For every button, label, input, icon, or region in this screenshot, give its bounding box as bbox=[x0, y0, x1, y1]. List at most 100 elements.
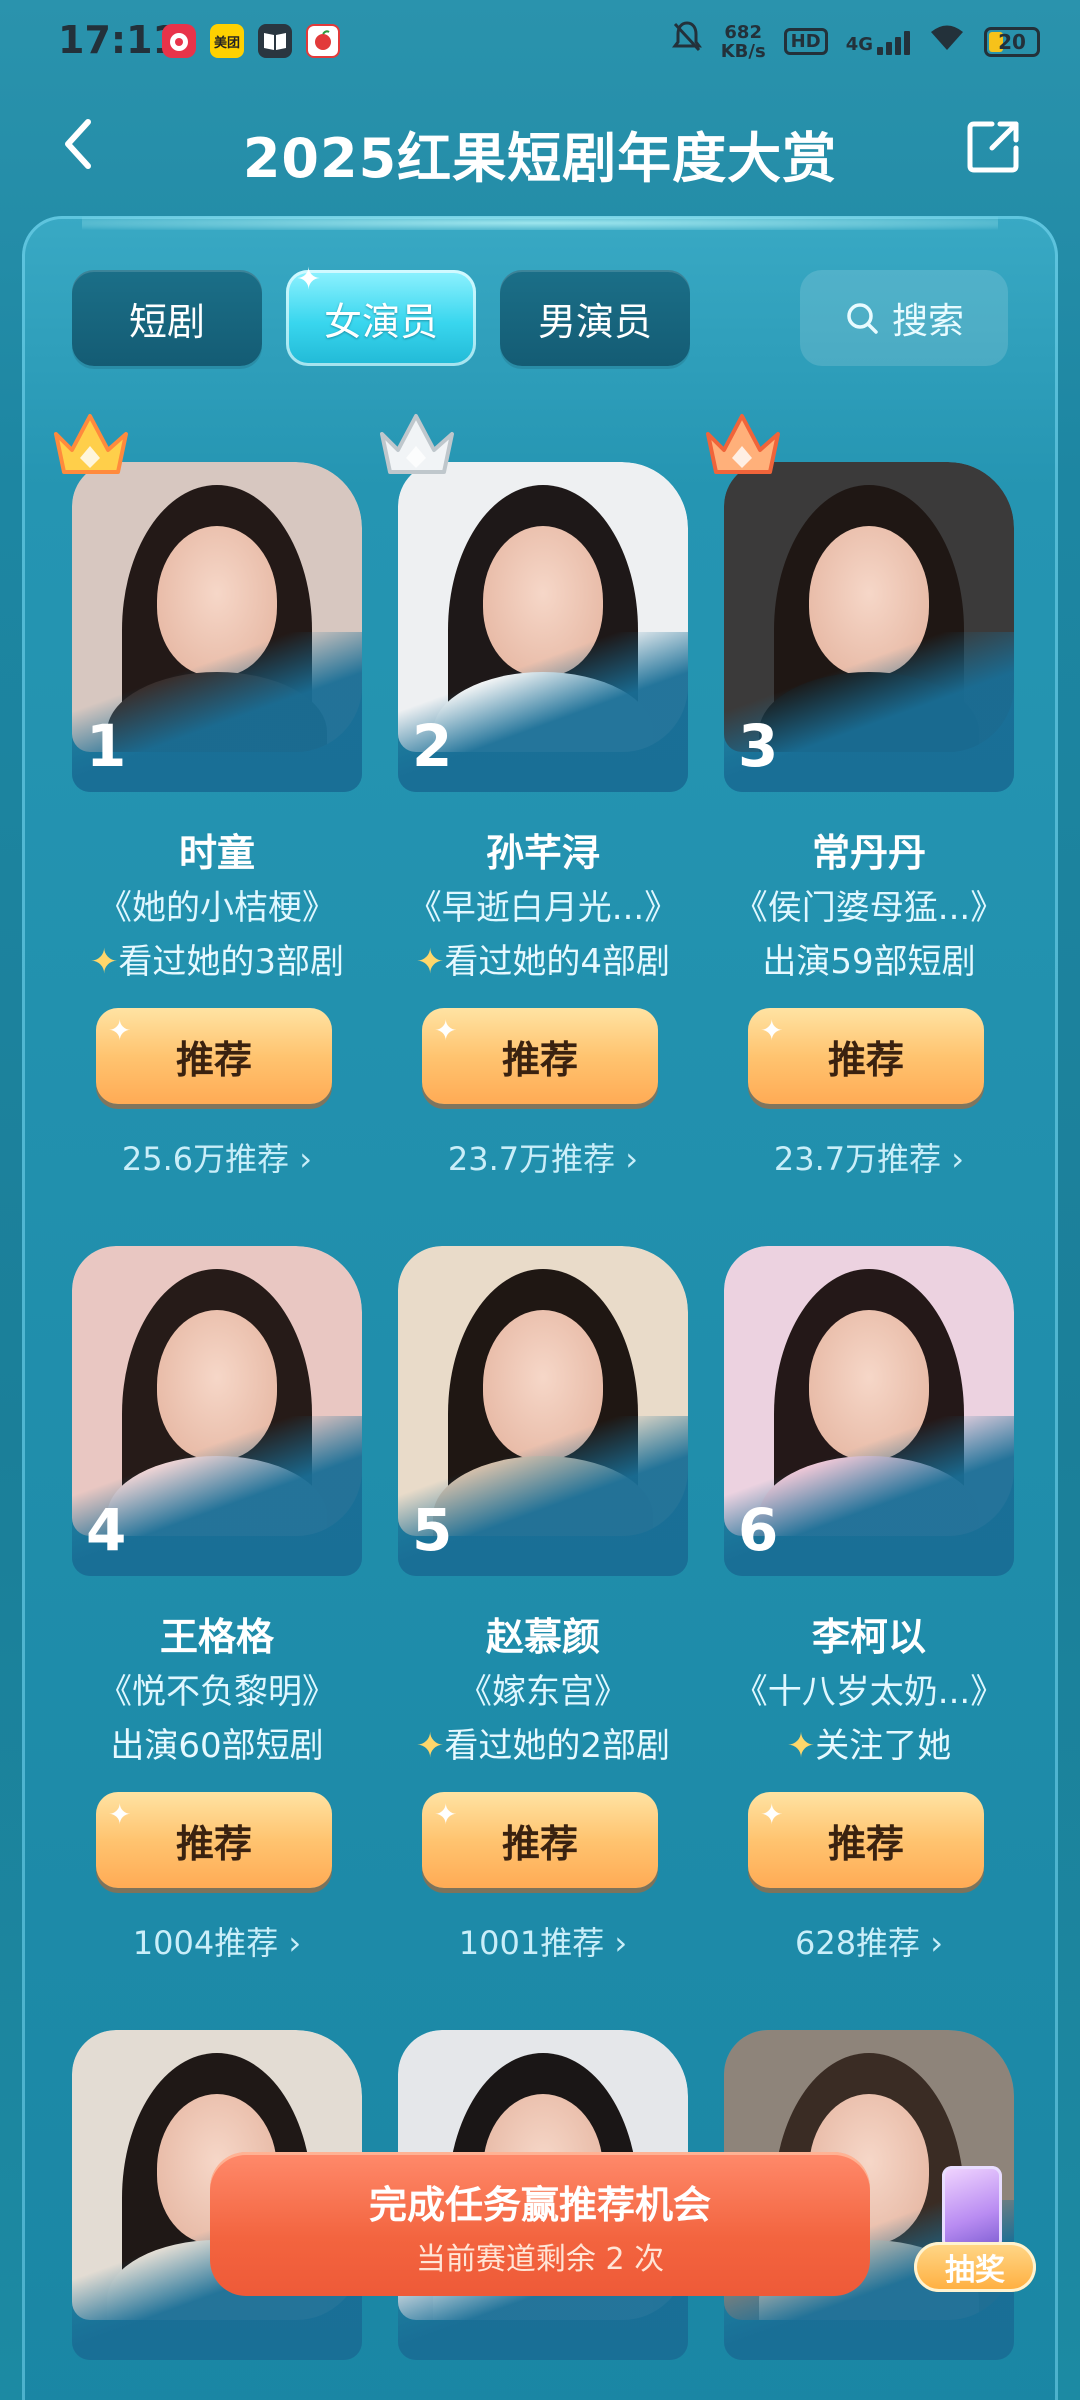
crown-bronze-icon bbox=[706, 414, 780, 474]
task-title: 完成任务赢推荐机会 bbox=[368, 2183, 711, 2227]
crown-gold-icon bbox=[54, 414, 128, 474]
net-speed-value: 682 bbox=[724, 21, 762, 43]
rank-number: 5 bbox=[412, 1496, 453, 1564]
recommend-count-link[interactable]: 23.7万推荐 › bbox=[398, 1134, 688, 1180]
recommend-label: 推荐 bbox=[175, 1821, 252, 1866]
actress-note: ✦关注了她 bbox=[704, 1718, 1034, 1767]
rank-number: 4 bbox=[86, 1496, 127, 1564]
photo-frame: 2 bbox=[398, 462, 688, 792]
crown-silver-icon bbox=[380, 414, 454, 474]
sparkle-icon: ✦ bbox=[415, 942, 445, 982]
recommend-label: 推荐 bbox=[175, 1037, 252, 1082]
sparkle-icon: ✦ bbox=[760, 1798, 784, 1831]
page-title: 2025红果短剧年度大赏 bbox=[242, 127, 838, 190]
actress-name: 常丹丹 bbox=[811, 831, 926, 875]
recommend-count-link[interactable]: 25.6万推荐 › bbox=[72, 1134, 362, 1180]
actress-name: 赵慕颜 bbox=[485, 1615, 600, 1659]
recommend-button[interactable]: ✦ 推荐 bbox=[422, 1792, 658, 1888]
recommend-label: 推荐 bbox=[827, 1037, 904, 1082]
actress-note: 出演59部短剧 bbox=[704, 934, 1034, 983]
recommend-button[interactable]: ✦ 推荐 bbox=[748, 1008, 984, 1104]
mute-bell-icon bbox=[671, 20, 703, 63]
signal-bars-icon bbox=[877, 29, 910, 55]
recommend-button[interactable]: ✦ 推荐 bbox=[748, 1792, 984, 1888]
actress-note: ✦看过她的2部剧 bbox=[378, 1718, 708, 1767]
sparkle-icon: ✦ bbox=[108, 1798, 132, 1831]
tab-actress[interactable]: ✦ 女演员 bbox=[286, 262, 476, 366]
tab-label: 男演员 bbox=[537, 299, 652, 344]
header: 2025红果短剧年度大赏 bbox=[0, 86, 1080, 216]
task-subtitle: 当前赛道剩余 2 次 bbox=[415, 2242, 665, 2277]
net-speed-unit: KB/s bbox=[720, 40, 766, 62]
category-tabs: 短剧 ✦ 女演员 男演员 bbox=[72, 262, 690, 366]
meituan-icon: 美团 bbox=[210, 24, 244, 58]
photo-frame: 3 bbox=[724, 462, 1014, 792]
task-banner[interactable]: 完成任务赢推荐机会 当前赛道剩余 2 次 bbox=[210, 2152, 870, 2296]
sparkle-icon: ✦ bbox=[108, 1014, 132, 1047]
photo-frame: 4 bbox=[72, 1246, 362, 1576]
search-label: 搜索 bbox=[891, 301, 964, 342]
photo-frame: 1 bbox=[72, 462, 362, 792]
battery-level: 20 bbox=[998, 29, 1026, 54]
search-icon bbox=[847, 303, 878, 334]
note-text: 关注了她 bbox=[815, 1726, 952, 1766]
recommend-button[interactable]: ✦ 推荐 bbox=[96, 1008, 332, 1104]
recommend-count-link[interactable]: 1004推荐 › bbox=[72, 1918, 362, 1964]
drama-title[interactable]: 《侯门婆母猛...》 bbox=[704, 880, 1034, 929]
drama-title[interactable]: 《悦不负黎明》 bbox=[52, 1664, 382, 1713]
tab-short-drama[interactable]: 短剧 bbox=[72, 270, 262, 366]
recommend-button[interactable]: ✦ 推荐 bbox=[422, 1008, 658, 1104]
photo-frame: 6 bbox=[724, 1246, 1014, 1576]
rank-number: 2 bbox=[412, 712, 453, 780]
actress-note: ✦看过她的4部剧 bbox=[378, 934, 708, 983]
phone-prize-icon bbox=[942, 2166, 1002, 2250]
sparkle-icon: ✦ bbox=[415, 1726, 445, 1766]
weibo-icon bbox=[162, 24, 196, 58]
tab-label: 女演员 bbox=[323, 299, 438, 344]
tab-actor[interactable]: 男演员 bbox=[500, 270, 690, 366]
sparkle-icon: ✦ bbox=[434, 1014, 458, 1047]
actress-name: 李柯以 bbox=[811, 1615, 926, 1659]
net-speed: 682 KB/s bbox=[721, 23, 766, 61]
drama-title[interactable]: 《她的小桔梗》 bbox=[52, 880, 382, 929]
sparkle-icon: ✦ bbox=[434, 1798, 458, 1831]
drama-title[interactable]: 《嫁东宫》 bbox=[378, 1664, 708, 1713]
recommend-label: 推荐 bbox=[501, 1821, 578, 1866]
sparkle-icon: ✦ bbox=[786, 1726, 816, 1766]
rank-number: 1 bbox=[86, 712, 127, 780]
recommend-label: 推荐 bbox=[501, 1037, 578, 1082]
status-bar: 17:11 美团 682 KB/s HD 4G 20 bbox=[0, 0, 1080, 86]
actress-name: 孙芊浔 bbox=[485, 831, 600, 875]
recommend-count-link[interactable]: 628推荐 › bbox=[724, 1918, 1014, 1964]
drama-title[interactable]: 《十八岁太奶...》 bbox=[704, 1664, 1034, 1713]
cell-signal: 4G bbox=[846, 29, 910, 55]
share-button[interactable] bbox=[966, 118, 1022, 174]
lottery-button[interactable]: 抽奖 bbox=[914, 2242, 1036, 2292]
note-text: 出演59部短剧 bbox=[762, 942, 976, 982]
actress-name: 王格格 bbox=[159, 1615, 274, 1659]
actress-name: 时童 bbox=[178, 831, 255, 875]
rank-number: 6 bbox=[738, 1496, 779, 1564]
actress-note: 出演60部短剧 bbox=[52, 1718, 382, 1767]
wifi-icon bbox=[928, 21, 966, 62]
recommend-button[interactable]: ✦ 推荐 bbox=[96, 1792, 332, 1888]
sparkle-icon: ✦ bbox=[296, 262, 322, 297]
actress-note: ✦看过她的3部剧 bbox=[52, 934, 382, 983]
tab-label: 短剧 bbox=[128, 299, 205, 344]
recommend-label: 推荐 bbox=[827, 1821, 904, 1866]
page: 17:11 美团 682 KB/s HD 4G 20 2025红果短剧年度大赏 … bbox=[0, 0, 1080, 2400]
battery-icon: 20 bbox=[984, 26, 1040, 57]
hd-badge: HD bbox=[783, 28, 828, 55]
drama-title[interactable]: 《早逝白月光...》 bbox=[378, 880, 708, 929]
note-text: 看过她的3部剧 bbox=[118, 942, 345, 982]
hongguo-icon bbox=[306, 24, 340, 58]
recommend-count-link[interactable]: 1001推荐 › bbox=[398, 1918, 688, 1964]
notification-icons: 美团 bbox=[162, 24, 340, 58]
reader-icon bbox=[258, 24, 292, 58]
recommend-count-link[interactable]: 23.7万推荐 › bbox=[724, 1134, 1014, 1180]
rank-number: 3 bbox=[738, 712, 779, 780]
lottery-widget[interactable]: 抽奖 bbox=[914, 2164, 1044, 2294]
sparkle-icon: ✦ bbox=[760, 1014, 784, 1047]
photo-frame: 5 bbox=[398, 1246, 688, 1576]
search-button[interactable]: 搜索 bbox=[800, 270, 1008, 366]
